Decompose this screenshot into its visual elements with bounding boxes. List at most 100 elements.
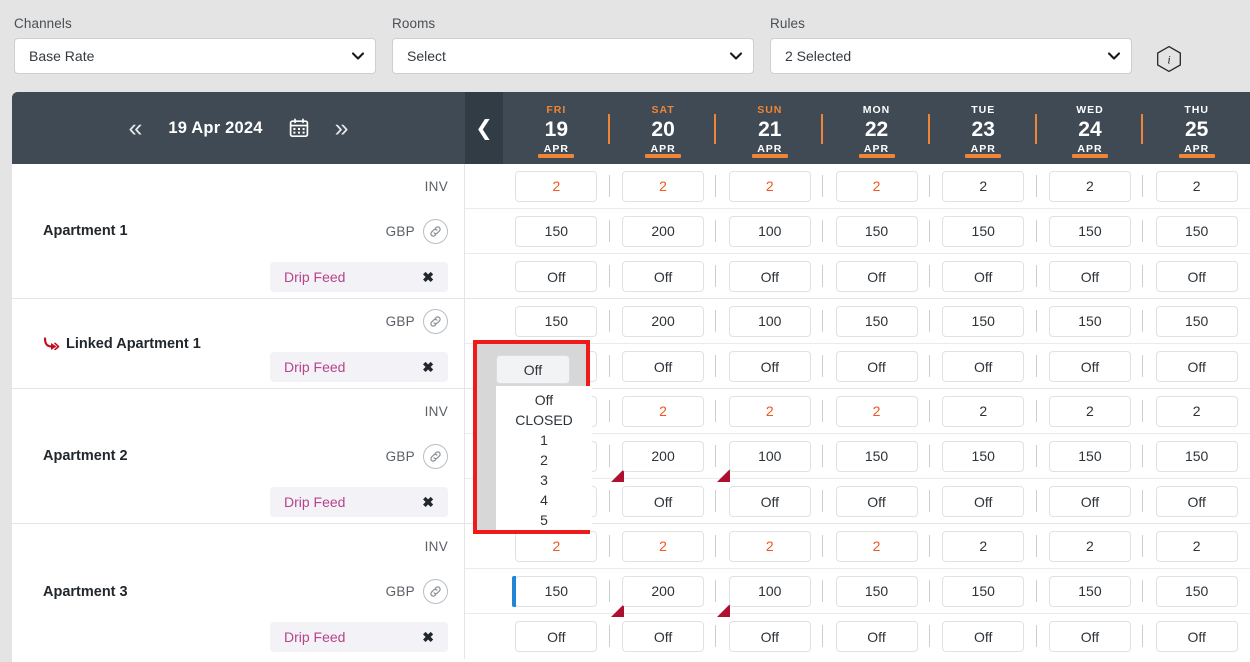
grid-cell-status[interactable]: Off — [942, 261, 1024, 292]
grid-cell-rate[interactable]: 150 — [1049, 441, 1131, 472]
grid-cell-rate[interactable]: 150 — [1156, 216, 1238, 247]
grid-cell-rate[interactable]: 100 — [729, 306, 811, 337]
grid-cell-inv[interactable]: 2 — [1049, 396, 1131, 427]
grid-cell-status[interactable]: Off — [836, 351, 918, 382]
grid-cell-rate[interactable]: 150 — [942, 306, 1024, 337]
grid-cell-rate[interactable]: 150 — [942, 216, 1024, 247]
grid-cell-rate[interactable]: 200 — [622, 216, 704, 247]
day-header-19[interactable]: FRI19APR — [503, 92, 610, 164]
grid-cell-rate[interactable]: 150 — [1049, 216, 1131, 247]
grid-cell-rate[interactable]: 150 — [515, 576, 597, 607]
calendar-icon[interactable] — [289, 118, 309, 138]
grid-cell-status[interactable]: Off — [1049, 261, 1131, 292]
grid-cell-status[interactable]: Off — [515, 621, 597, 652]
grid-cell-rate[interactable]: 150 — [836, 216, 918, 247]
grid-cell-rate[interactable]: 150 — [942, 576, 1024, 607]
close-icon[interactable]: ✖ — [422, 630, 434, 644]
grid-cell-inv[interactable]: 2 — [942, 531, 1024, 562]
dropdown-option[interactable]: Off — [496, 390, 592, 410]
grid-cell-rate[interactable]: 150 — [1156, 306, 1238, 337]
grid-cell-rate[interactable]: 150 — [515, 306, 597, 337]
grid-cell-rate[interactable]: 200 — [622, 576, 704, 607]
grid-cell-status[interactable]: Off — [1049, 486, 1131, 517]
status-dropdown-list[interactable]: OffCLOSED12345 — [496, 386, 592, 530]
grid-cell-inv[interactable]: 2 — [1156, 531, 1238, 562]
close-icon[interactable]: ✖ — [422, 360, 434, 374]
grid-cell-status[interactable]: Off — [622, 261, 704, 292]
dropdown-option[interactable]: CLOSED — [496, 410, 592, 430]
grid-cell-status[interactable]: Off — [1049, 351, 1131, 382]
grid-cell-rate[interactable]: 150 — [1156, 576, 1238, 607]
grid-cell-inv[interactable]: 2 — [729, 171, 811, 202]
grid-cell-rate[interactable]: 100 — [729, 441, 811, 472]
grid-cell-status[interactable]: Off — [942, 351, 1024, 382]
grid-cell-status[interactable]: Off — [1049, 621, 1131, 652]
grid-cell-rate[interactable]: 150 — [1049, 576, 1131, 607]
rooms-select[interactable]: Select — [392, 38, 754, 74]
link-icon[interactable] — [423, 309, 448, 334]
grid-cell-status[interactable]: Off — [1156, 351, 1238, 382]
grid-cell-status[interactable]: Off — [942, 621, 1024, 652]
grid-cell-inv[interactable]: 2 — [1049, 531, 1131, 562]
close-icon[interactable]: ✖ — [422, 495, 434, 509]
link-icon[interactable] — [423, 579, 448, 604]
dropdown-option[interactable]: 4 — [496, 490, 592, 510]
grid-cell-status[interactable]: Off — [836, 261, 918, 292]
grid-cell-rate[interactable]: 100 — [729, 216, 811, 247]
grid-cell-inv[interactable]: 2 — [1049, 171, 1131, 202]
info-hexagon-icon[interactable]: i — [1155, 45, 1183, 73]
status-dropdown-trigger[interactable]: Off — [496, 355, 570, 384]
day-header-20[interactable]: SAT20APR — [610, 92, 717, 164]
double-chevron-right-icon[interactable]: » — [335, 116, 349, 141]
grid-cell-rate[interactable]: 150 — [836, 306, 918, 337]
grid-cell-inv[interactable]: 2 — [515, 171, 597, 202]
rules-select[interactable]: 2 Selected — [770, 38, 1132, 74]
day-header-25[interactable]: THU25APR — [1143, 92, 1250, 164]
grid-cell-inv[interactable]: 2 — [942, 171, 1024, 202]
double-chevron-left-icon[interactable]: « — [128, 116, 142, 141]
grid-cell-rate[interactable]: 150 — [515, 216, 597, 247]
grid-cell-status[interactable]: Off — [729, 621, 811, 652]
grid-cell-inv[interactable]: 2 — [1156, 396, 1238, 427]
dropdown-option[interactable]: 2 — [496, 450, 592, 470]
grid-cell-rate[interactable]: 100 — [729, 576, 811, 607]
grid-cell-status[interactable]: Off — [729, 261, 811, 292]
drip-feed-chip[interactable]: Drip Feed✖ — [270, 262, 448, 292]
scroll-left-button[interactable]: ❮ — [465, 92, 503, 164]
grid-cell-status[interactable]: Off — [622, 486, 704, 517]
grid-cell-rate[interactable]: 200 — [622, 441, 704, 472]
dropdown-option[interactable]: 1 — [496, 430, 592, 450]
drip-feed-chip[interactable]: Drip Feed✖ — [270, 622, 448, 652]
day-header-23[interactable]: TUE23APR — [930, 92, 1037, 164]
drip-feed-chip[interactable]: Drip Feed✖ — [270, 352, 448, 382]
grid-cell-rate[interactable]: 150 — [836, 576, 918, 607]
close-icon[interactable]: ✖ — [422, 270, 434, 284]
grid-cell-status[interactable]: Off — [1156, 486, 1238, 517]
grid-cell-rate[interactable]: 200 — [622, 306, 704, 337]
grid-cell-inv[interactable]: 2 — [515, 531, 597, 562]
grid-cell-rate[interactable]: 150 — [942, 441, 1024, 472]
grid-cell-inv[interactable]: 2 — [729, 531, 811, 562]
drip-feed-chip[interactable]: Drip Feed✖ — [270, 487, 448, 517]
grid-cell-rate[interactable]: 150 — [836, 441, 918, 472]
day-header-22[interactable]: MON22APR — [823, 92, 930, 164]
grid-cell-inv[interactable]: 2 — [836, 531, 918, 562]
grid-cell-status[interactable]: Off — [1156, 261, 1238, 292]
dropdown-option[interactable]: 3 — [496, 470, 592, 490]
grid-cell-inv[interactable]: 2 — [1156, 171, 1238, 202]
grid-cell-inv[interactable]: 2 — [622, 531, 704, 562]
grid-cell-inv[interactable]: 2 — [836, 396, 918, 427]
grid-cell-status[interactable]: Off — [515, 261, 597, 292]
grid-cell-inv[interactable]: 2 — [729, 396, 811, 427]
day-header-24[interactable]: WED24APR — [1037, 92, 1144, 164]
grid-cell-status[interactable]: Off — [1156, 621, 1238, 652]
grid-cell-rate[interactable]: 150 — [1049, 306, 1131, 337]
channels-select[interactable]: Base Rate — [14, 38, 376, 74]
grid-cell-inv[interactable]: 2 — [622, 171, 704, 202]
grid-cell-inv[interactable]: 2 — [622, 396, 704, 427]
grid-cell-status[interactable]: Off — [729, 351, 811, 382]
grid-cell-status[interactable]: Off — [729, 486, 811, 517]
grid-cell-status[interactable]: Off — [622, 621, 704, 652]
grid-cell-status[interactable]: Off — [836, 621, 918, 652]
grid-cell-status[interactable]: Off — [622, 351, 704, 382]
